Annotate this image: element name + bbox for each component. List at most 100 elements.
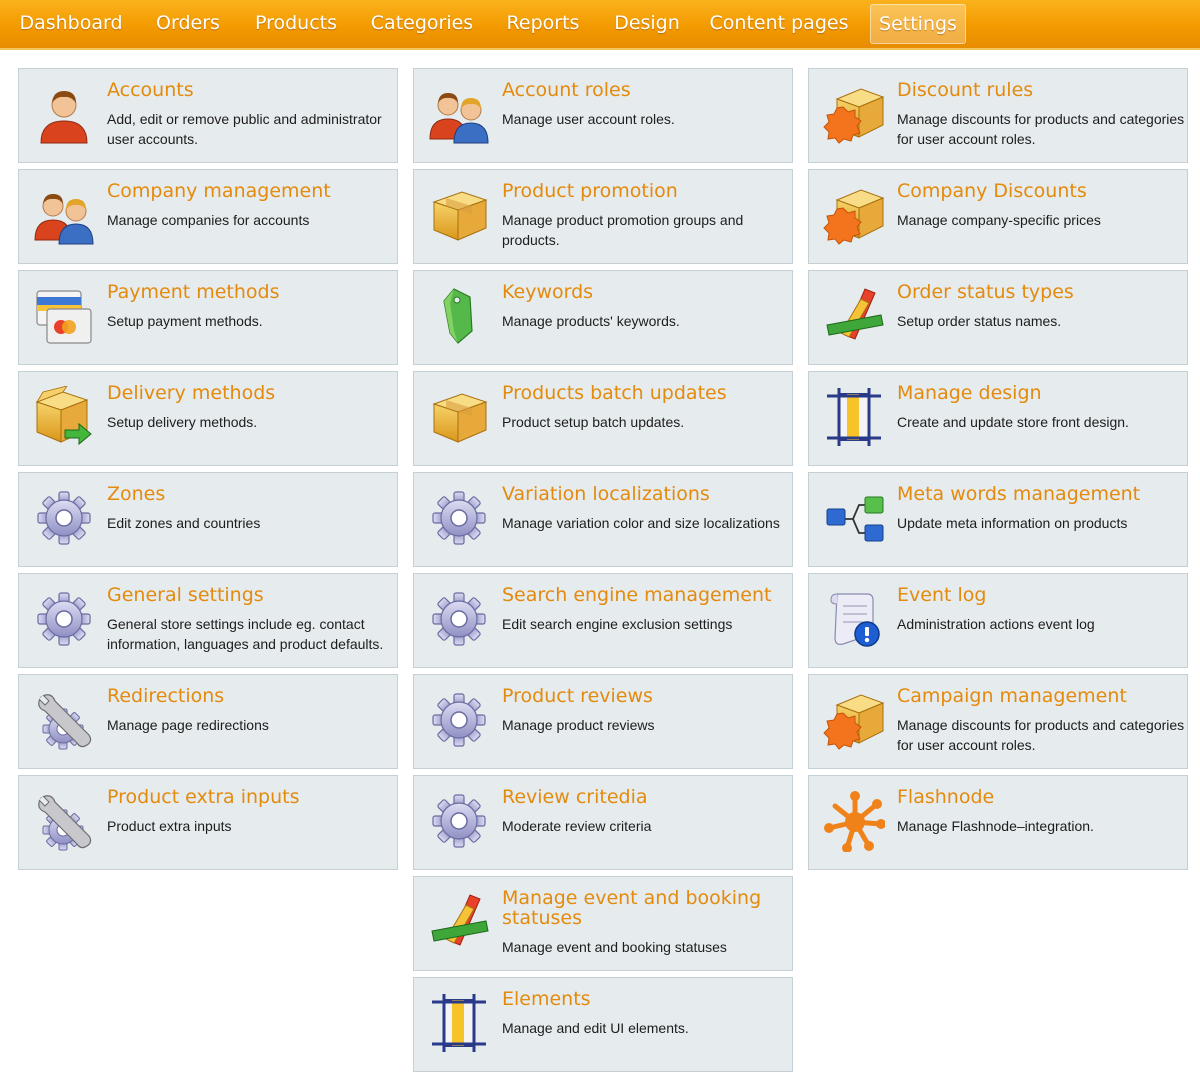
card-description: Create and update store front design. bbox=[897, 414, 1129, 430]
card-campaign-management[interactable]: Campaign management Manage discounts for… bbox=[808, 674, 1188, 769]
card-order-status-types[interactable]: Order status types Setup order status na… bbox=[808, 270, 1188, 365]
card-review-criteria[interactable]: Review critedia Moderate review criteria bbox=[413, 775, 793, 870]
card-zones[interactable]: Zones Edit zones and countries bbox=[18, 472, 398, 567]
card-variation-localizations[interactable]: Variation localizations Manage variation… bbox=[413, 472, 793, 567]
card-description: Manage company-specific prices bbox=[897, 212, 1101, 228]
card-title: Payment methods bbox=[107, 281, 280, 303]
card-description: Manage event and booking statuses bbox=[502, 939, 727, 955]
scroll-info-icon bbox=[823, 588, 885, 650]
gear-icon bbox=[428, 487, 490, 549]
card-description: Moderate review criteria bbox=[502, 818, 652, 834]
card-title: Product reviews bbox=[502, 685, 653, 707]
card-product-extra-inputs[interactable]: Product extra inputs Product extra input… bbox=[18, 775, 398, 870]
card-description: Manage page redirections bbox=[107, 717, 269, 733]
user-icon bbox=[33, 83, 95, 145]
card-title: Elements bbox=[502, 988, 591, 1010]
card-title: Variation localizations bbox=[502, 483, 710, 505]
card-description: Administration actions event log bbox=[897, 616, 1095, 632]
card-description: General store settings include eg. conta… bbox=[107, 616, 384, 652]
card-description: Manage variation color and size localiza… bbox=[502, 515, 780, 531]
card-description: Add, edit or remove public and administr… bbox=[107, 111, 382, 147]
card-manage-event-booking-statuses[interactable]: Manage event and booking statuses Manage… bbox=[413, 876, 793, 971]
nav-products[interactable]: Products bbox=[248, 4, 344, 42]
card-description: Manage and edit UI elements. bbox=[502, 1020, 689, 1036]
gear-icon bbox=[428, 790, 490, 852]
card-description: Setup delivery methods. bbox=[107, 414, 258, 430]
card-manage-design[interactable]: Manage design Create and update store fr… bbox=[808, 371, 1188, 466]
card-meta-words-management[interactable]: Meta words management Update meta inform… bbox=[808, 472, 1188, 567]
card-title: Redirections bbox=[107, 685, 225, 707]
status-tags-icon bbox=[428, 891, 490, 953]
gear-icon bbox=[428, 588, 490, 650]
nav-design[interactable]: Design bbox=[608, 4, 686, 42]
card-company-management[interactable]: Company management Manage companies for … bbox=[18, 169, 398, 264]
nav-orders[interactable]: Orders bbox=[148, 4, 228, 42]
card-description: Manage products' keywords. bbox=[502, 313, 680, 329]
card-title: Search engine management bbox=[502, 584, 772, 606]
card-title: Campaign management bbox=[897, 685, 1127, 707]
network-node-icon bbox=[823, 790, 885, 852]
card-title: Keywords bbox=[502, 281, 594, 303]
card-title: Products batch updates bbox=[502, 382, 727, 404]
gear-icon bbox=[428, 689, 490, 751]
discount-box-icon bbox=[823, 184, 885, 246]
tag-icon bbox=[428, 285, 490, 347]
credit-card-icon bbox=[33, 285, 95, 347]
card-product-reviews[interactable]: Product reviews Manage product reviews bbox=[413, 674, 793, 769]
nav-content-pages[interactable]: Content pages bbox=[708, 4, 850, 42]
card-title: Meta words management bbox=[897, 483, 1141, 505]
box-icon bbox=[428, 386, 490, 448]
card-description: Edit search engine exclusion settings bbox=[502, 616, 733, 632]
card-general-settings[interactable]: General settings General store settings … bbox=[18, 573, 398, 668]
card-title: Product promotion bbox=[502, 180, 678, 202]
card-account-roles[interactable]: Account roles Manage user account roles. bbox=[413, 68, 793, 163]
card-company-discounts[interactable]: Company Discounts Manage company-specifi… bbox=[808, 169, 1188, 264]
discount-box-icon bbox=[823, 83, 885, 145]
card-description: Setup payment methods. bbox=[107, 313, 263, 329]
card-description: Manage discounts for products and catego… bbox=[897, 111, 1185, 147]
card-title: General settings bbox=[107, 584, 264, 606]
card-title: Delivery methods bbox=[107, 382, 276, 404]
card-title: Company Discounts bbox=[897, 180, 1087, 202]
gear-icon bbox=[33, 487, 95, 549]
nav-categories[interactable]: Categories bbox=[366, 4, 478, 42]
card-title: Manage event and booking statuses bbox=[502, 887, 762, 929]
card-title: Review critedia bbox=[502, 786, 648, 808]
card-description: Edit zones and countries bbox=[107, 515, 261, 531]
nav-reports[interactable]: Reports bbox=[500, 4, 586, 42]
wrench-gear-icon bbox=[33, 790, 95, 852]
card-event-log[interactable]: Event log Administration actions event l… bbox=[808, 573, 1188, 668]
card-title: Zones bbox=[107, 483, 166, 505]
card-title: Flashnode bbox=[897, 786, 995, 808]
card-redirections[interactable]: Redirections Manage page redirections bbox=[18, 674, 398, 769]
card-title: Accounts bbox=[107, 79, 194, 101]
status-tags-icon bbox=[823, 285, 885, 347]
card-products-batch-updates[interactable]: Products batch updates Product setup bat… bbox=[413, 371, 793, 466]
top-navigation: Dashboard Orders Products Categories Rep… bbox=[0, 0, 1200, 50]
card-title: Order status types bbox=[897, 281, 1074, 303]
card-description: Manage Flashnode–integration. bbox=[897, 818, 1094, 834]
card-search-engine-management[interactable]: Search engine management Edit search eng… bbox=[413, 573, 793, 668]
card-title: Account roles bbox=[502, 79, 631, 101]
card-description: Setup order status names. bbox=[897, 313, 1062, 329]
card-discount-rules[interactable]: Discount rules Manage discounts for prod… bbox=[808, 68, 1188, 163]
card-title: Company management bbox=[107, 180, 331, 202]
card-flashnode[interactable]: Flashnode Manage Flashnode–integration. bbox=[808, 775, 1188, 870]
card-description: Manage product promotion groups and prod… bbox=[502, 212, 744, 248]
box-icon bbox=[428, 184, 490, 246]
card-title: Product extra inputs bbox=[107, 786, 300, 808]
card-accounts[interactable]: Accounts Add, edit or remove public and … bbox=[18, 68, 398, 163]
users-icon bbox=[428, 83, 490, 145]
card-elements[interactable]: Elements Manage and edit UI elements. bbox=[413, 977, 793, 1072]
gear-icon bbox=[33, 588, 95, 650]
card-description: Manage product reviews bbox=[502, 717, 655, 733]
card-product-promotion[interactable]: Product promotion Manage product promoti… bbox=[413, 169, 793, 264]
nav-dashboard[interactable]: Dashboard bbox=[16, 4, 126, 42]
card-description: Product extra inputs bbox=[107, 818, 232, 834]
card-description: Manage user account roles. bbox=[502, 111, 675, 127]
nav-settings[interactable]: Settings bbox=[870, 4, 966, 44]
card-description: Update meta information on products bbox=[897, 515, 1128, 531]
card-keywords[interactable]: Keywords Manage products' keywords. bbox=[413, 270, 793, 365]
card-delivery-methods[interactable]: Delivery methods Setup delivery methods. bbox=[18, 371, 398, 466]
card-payment-methods[interactable]: Payment methods Setup payment methods. bbox=[18, 270, 398, 365]
